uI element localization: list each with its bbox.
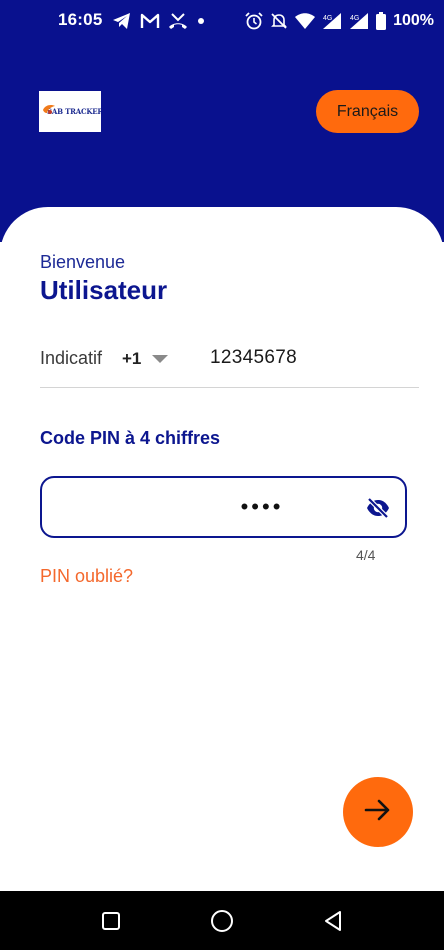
pin-input[interactable]: •••• [40, 476, 407, 538]
status-time: 16:05 [58, 10, 103, 29]
mute-icon [270, 12, 288, 30]
telegram-icon [112, 12, 132, 30]
back-triangle-icon[interactable] [321, 909, 345, 933]
forgot-pin-link[interactable]: PIN oublié? [40, 566, 133, 587]
missed-call-icon [168, 12, 188, 30]
phone-input-row: Indicatif +1 12345678 [40, 340, 419, 388]
arrow-right-icon [364, 798, 392, 827]
wifi-icon [295, 13, 316, 29]
pin-masked-value: •••• [240, 494, 284, 519]
alarm-icon [245, 12, 263, 30]
app-logo: SAB TRACKER [39, 91, 101, 132]
language-button[interactable]: Français [316, 90, 419, 133]
recents-square-icon[interactable] [99, 909, 123, 933]
pin-character-counter: 4/4 [356, 547, 376, 563]
prefix-label: Indicatif [40, 348, 103, 368]
username-title: Utilisateur [40, 275, 168, 305]
home-circle-icon[interactable] [210, 909, 234, 933]
battery-percent: 100% [393, 12, 434, 29]
status-bar: 16:05 4G 4G 100% [0, 0, 444, 42]
battery-icon [376, 12, 387, 30]
country-code-select[interactable]: +1 [122, 344, 172, 374]
country-code-value: +1 [122, 349, 142, 368]
pin-label: Code PIN à 4 chiffres [40, 428, 221, 448]
svg-text:4G: 4G [350, 15, 359, 22]
next-button[interactable] [343, 777, 413, 847]
phone-number-field[interactable]: 12345678 [210, 347, 297, 369]
signal-4g-icon: 4G [322, 12, 342, 30]
system-icons: 4G 4G 100% [245, 10, 434, 32]
system-nav-bar [0, 891, 444, 950]
dot-icon [196, 16, 206, 26]
welcome-text: Bienvenue [40, 252, 126, 272]
chevron-down-icon [152, 355, 168, 363]
svg-text:4G: 4G [323, 15, 332, 22]
logo-mark-icon [42, 103, 56, 117]
visibility-off-icon[interactable] [365, 495, 391, 521]
gmail-icon [140, 13, 160, 29]
notification-icons [112, 10, 206, 32]
signal-4g-icon: 4G [349, 12, 369, 30]
